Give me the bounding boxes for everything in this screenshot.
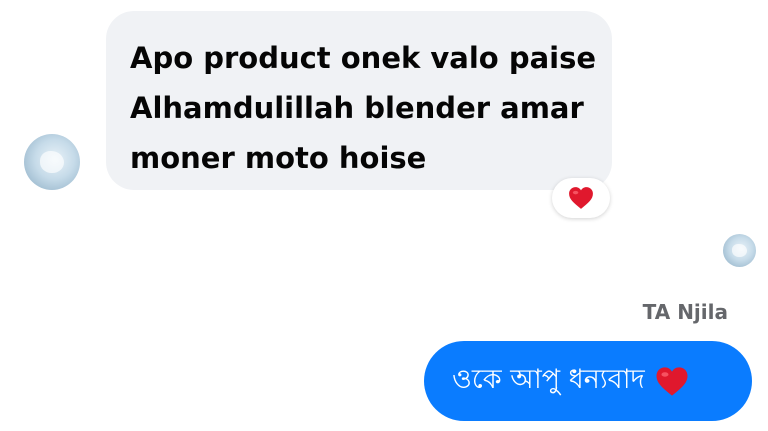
heart-icon	[656, 366, 688, 396]
message-line: Apo product onek valo paise	[130, 41, 597, 75]
message-line: Alhamdulillah blender amar	[130, 91, 584, 125]
outgoing-message-bubble[interactable]: ওকে আপু ধন্যবাদ	[424, 341, 752, 421]
sender-name: TA Njila	[642, 300, 728, 324]
heart-icon	[569, 187, 593, 209]
message-line: moner moto hoise	[130, 141, 427, 175]
message-reaction[interactable]	[552, 178, 610, 218]
contact-avatar[interactable]	[24, 134, 80, 190]
outgoing-message-text: ওকে আপু ধন্যবাদ	[452, 363, 645, 395]
chat-thread: Apo product onek valo paise Alhamdulilla…	[0, 0, 768, 431]
read-receipt-avatar	[723, 234, 756, 267]
incoming-message-bubble[interactable]: Apo product onek valo paise Alhamdulilla…	[106, 11, 612, 190]
